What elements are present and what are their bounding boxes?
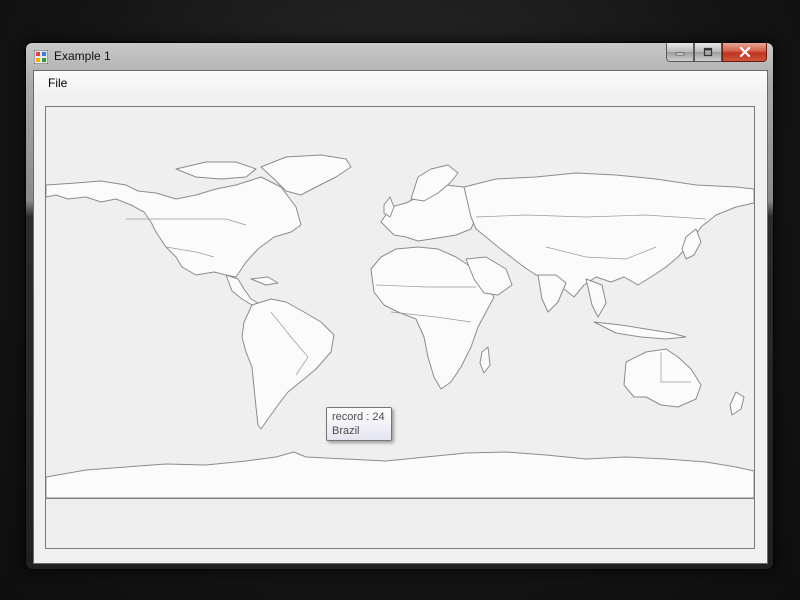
- menu-item-file[interactable]: File: [43, 74, 72, 92]
- north-america-shape: [46, 176, 302, 278]
- antarctica-shape: [46, 451, 754, 498]
- south-america-shape: [241, 298, 335, 430]
- bottom-panel: [46, 499, 754, 548]
- tooltip-country: Brazil: [332, 425, 360, 437]
- tooltip-record: record : 24: [332, 411, 385, 423]
- close-icon: [739, 47, 750, 57]
- window-title: Example 1: [54, 49, 111, 63]
- new-zealand-shape: [729, 391, 745, 416]
- minimize-button[interactable]: [666, 43, 694, 62]
- world-map-view[interactable]: record : 24 Brazil: [46, 107, 754, 499]
- india-shape: [537, 274, 567, 313]
- menu-bar: File: [34, 71, 767, 95]
- caption-buttons: [666, 43, 767, 62]
- maximize-button[interactable]: [694, 43, 722, 62]
- app-icon: [34, 50, 48, 64]
- australia-shape: [623, 348, 702, 408]
- map-tooltip: record : 24 Brazil: [326, 407, 392, 441]
- world-map[interactable]: [46, 107, 754, 498]
- minimize-icon: [675, 52, 685, 56]
- indochina-shape: [585, 278, 607, 318]
- main-window: Example 1 File record: 24 Brazil: [25, 42, 774, 570]
- title-bar[interactable]: Example 1: [26, 43, 773, 70]
- cuba-shape: [250, 276, 279, 286]
- map-panel: record : 24 Brazil: [45, 106, 755, 549]
- client-area: File record: 24 Brazil: [33, 70, 768, 564]
- maximize-icon: [703, 47, 713, 57]
- madagascar-shape: [479, 346, 491, 374]
- close-button[interactable]: [722, 43, 767, 62]
- indonesia-shape: [593, 321, 687, 340]
- arctic-islands-shape: [175, 161, 257, 180]
